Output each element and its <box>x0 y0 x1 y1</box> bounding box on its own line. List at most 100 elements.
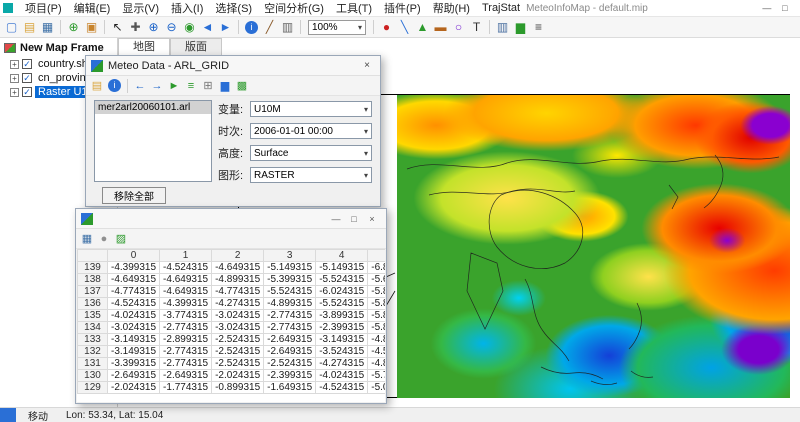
table-cell[interactable]: -2.774315 <box>159 321 213 334</box>
row-header[interactable]: 136 <box>77 297 108 310</box>
menu-plugin[interactable]: 插件(P) <box>378 0 427 16</box>
record-dot-icon[interactable]: ● <box>96 231 112 247</box>
plot-data-icon[interactable]: ▆ <box>217 78 233 94</box>
table-cell[interactable]: -4.524315 <box>106 297 161 310</box>
table-cell[interactable]: -3.149315 <box>315 333 369 346</box>
remove-all-button[interactable]: 移除全部 <box>102 187 166 204</box>
column-header[interactable]: 5 <box>367 249 385 262</box>
row-header[interactable]: 139 <box>77 261 108 274</box>
tab-layout[interactable]: 版面 <box>170 38 222 56</box>
row-header[interactable]: 135 <box>77 309 108 322</box>
meteo-dialog-titlebar[interactable]: Meteo Data - ARL_GRID × <box>86 56 380 76</box>
table-close-button[interactable]: × <box>363 214 381 224</box>
row-header[interactable]: 129 <box>77 381 108 394</box>
new-project-icon[interactable]: ▢ <box>3 19 20 36</box>
open-data-icon[interactable]: ▣ <box>83 19 100 36</box>
table-cell[interactable]: -4.649315 <box>159 273 213 286</box>
zoom-level-combo[interactable]: 100% ▾ <box>308 19 366 35</box>
row-header[interactable]: 137 <box>77 285 108 298</box>
script-console-icon[interactable]: ≡ <box>530 19 547 36</box>
menu-view[interactable]: 显示(V) <box>116 0 165 16</box>
statistics-chart-icon[interactable]: ▆ <box>512 19 529 36</box>
table-cell[interactable]: -2.649315 <box>106 369 161 382</box>
column-header[interactable]: 2 <box>211 249 265 262</box>
select-feature-icon[interactable]: ▥ <box>279 19 296 36</box>
table-cell[interactable]: -4.524315 <box>315 381 369 394</box>
draw-circle-icon[interactable]: ○ <box>450 19 467 36</box>
tab-map[interactable]: 地图 <box>118 38 170 56</box>
table-cell[interactable]: -2.774315 <box>263 309 317 322</box>
zoom-in-icon[interactable]: ⊕ <box>145 19 162 36</box>
draw-settings-icon[interactable]: ⊞ <box>200 78 216 94</box>
minimize-button[interactable]: — <box>758 3 776 13</box>
meteo-file-list[interactable]: mer2arl20060101.arl <box>94 100 212 182</box>
table-cell[interactable]: -2.024315 <box>106 381 161 394</box>
save-table-icon[interactable]: ▦ <box>79 231 95 247</box>
full-extent-icon[interactable]: ◉ <box>181 19 198 36</box>
table-cell[interactable]: -4.399315 <box>106 261 161 274</box>
identify-icon[interactable]: i <box>245 20 258 34</box>
table-cell[interactable]: -5.399315 <box>263 273 317 286</box>
table-cell[interactable]: -5.899315 <box>367 309 385 322</box>
menu-edit[interactable]: 编辑(E) <box>68 0 117 16</box>
draw-polygon-icon[interactable]: ▲ <box>414 19 431 36</box>
table-cell[interactable]: -5.524315 <box>263 285 317 298</box>
table-cell[interactable]: -4.024315 <box>106 309 161 322</box>
table-cell[interactable]: -4.649315 <box>106 273 161 286</box>
combo-graph-type[interactable]: RASTER ▾ <box>250 167 372 183</box>
menu-help[interactable]: 帮助(H) <box>427 0 476 16</box>
expand-icon[interactable]: + <box>10 87 19 97</box>
menu-spatial-analysis[interactable]: 空间分析(G) <box>258 0 330 16</box>
table-cell[interactable]: -2.524315 <box>211 333 265 346</box>
table-cell[interactable]: -5.024315 <box>367 381 385 394</box>
table-cell[interactable]: -5.774315 <box>367 369 385 382</box>
select-element-icon[interactable]: ↖ <box>109 19 126 36</box>
table-cell[interactable]: -4.649315 <box>211 261 265 274</box>
table-cell[interactable]: -1.649315 <box>263 381 317 394</box>
pan-icon[interactable]: ✚ <box>127 19 144 36</box>
expand-icon[interactable]: + <box>10 73 19 83</box>
draw-text-icon[interactable]: T <box>468 19 485 36</box>
table-cell[interactable]: -2.649315 <box>263 333 317 346</box>
draw-point-icon[interactable]: ● <box>378 19 395 36</box>
table-cell[interactable]: -3.774315 <box>159 309 213 322</box>
table-cell[interactable]: -4.899315 <box>263 297 317 310</box>
table-cell[interactable]: -4.899315 <box>367 333 385 346</box>
draw-polyline-icon[interactable]: ╲ <box>396 19 413 36</box>
table-cell[interactable]: -3.024315 <box>106 321 161 334</box>
menu-trajstat[interactable]: TrajStat <box>476 2 526 14</box>
table-cell[interactable]: -2.899315 <box>159 333 213 346</box>
add-layer-icon[interactable]: ⊕ <box>65 19 82 36</box>
row-header[interactable]: 138 <box>77 273 108 286</box>
measure-icon[interactable]: ╱ <box>261 19 278 36</box>
table-cell[interactable]: -4.899315 <box>211 273 265 286</box>
animate-icon[interactable]: ► <box>166 78 182 94</box>
table-cell[interactable]: -4.774315 <box>211 285 265 298</box>
draw-rectangle-icon[interactable]: ▬ <box>432 19 449 36</box>
table-cell[interactable]: -4.524315 <box>159 261 213 274</box>
table-cell[interactable]: -1.774315 <box>159 381 213 394</box>
table-cell[interactable]: -5.899315 <box>367 297 385 310</box>
column-header[interactable]: 0 <box>106 249 161 262</box>
table-cell[interactable]: -4.399315 <box>159 297 213 310</box>
zoom-next-icon[interactable]: ► <box>217 19 234 36</box>
table-cell[interactable]: -6.024315 <box>315 285 369 298</box>
table-cell[interactable]: -2.524315 <box>211 357 265 370</box>
table-cell[interactable]: -2.024315 <box>211 369 265 382</box>
table-cell[interactable]: -5.649315 <box>367 273 385 286</box>
table-cell[interactable]: -4.524315 <box>367 345 385 358</box>
table-cell[interactable]: -4.274315 <box>211 297 265 310</box>
taskbar-fragment[interactable] <box>0 408 16 422</box>
table-cell[interactable]: -4.649315 <box>159 285 213 298</box>
menu-tools[interactable]: 工具(T) <box>330 0 378 16</box>
close-button[interactable]: × <box>794 3 800 13</box>
table-cell[interactable]: -2.399315 <box>263 369 317 382</box>
column-header[interactable]: 3 <box>263 249 317 262</box>
next-time-icon[interactable]: → <box>149 78 165 94</box>
table-cell[interactable]: -5.524315 <box>315 297 369 310</box>
table-cell[interactable]: -3.399315 <box>106 357 161 370</box>
table-cell[interactable]: -3.024315 <box>211 309 265 322</box>
combo-time[interactable]: 2006-01-01 00:00 ▾ <box>250 123 372 139</box>
table-cell[interactable]: -5.149315 <box>315 261 369 274</box>
layer-checkbox[interactable]: ✓ <box>22 73 32 83</box>
